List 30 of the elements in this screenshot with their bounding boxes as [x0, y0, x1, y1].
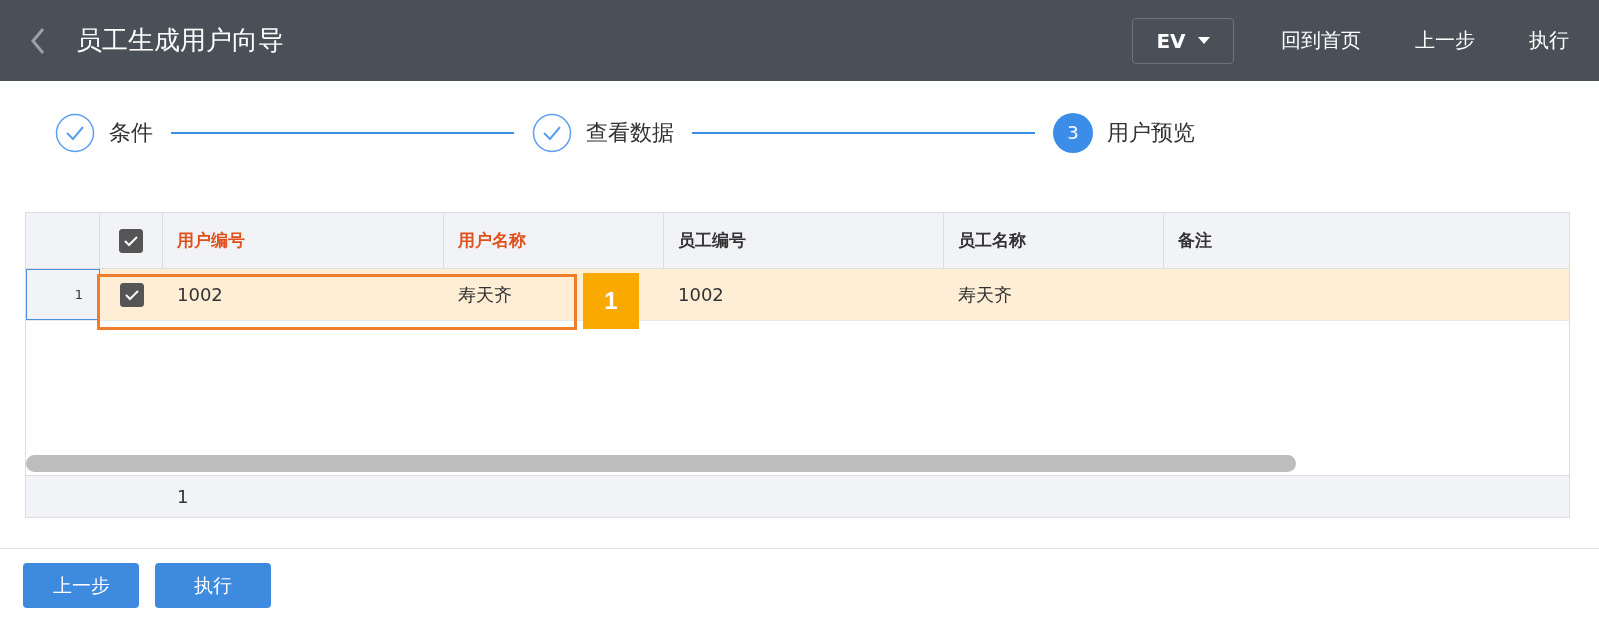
- column-header: 员工名称: [958, 229, 1026, 252]
- row-checkbox[interactable]: [119, 282, 144, 307]
- table-cell: 寿天齐: [458, 282, 512, 307]
- step-label: 用户预览: [1107, 118, 1195, 147]
- header-action-button[interactable]: 上一步: [1388, 27, 1502, 54]
- horizontal-scrollbar[interactable]: [26, 455, 1296, 472]
- select-all-checkbox[interactable]: [119, 228, 143, 253]
- table-cell: 1002: [177, 284, 223, 305]
- column-header: 备注: [1178, 229, 1212, 252]
- header-action-button[interactable]: 执行: [1502, 27, 1569, 54]
- table-cell: 寿天齐: [958, 282, 1012, 307]
- back-icon[interactable]: [30, 26, 46, 55]
- checkmark-icon: [123, 234, 139, 247]
- column-header: 用户编号: [177, 229, 245, 252]
- step-number: 3: [1053, 112, 1093, 153]
- row-count: 1: [177, 486, 189, 507]
- language-dropdown[interactable]: EV: [1132, 17, 1234, 64]
- callout-badge: 1: [583, 273, 639, 329]
- caret-icon: [1197, 37, 1210, 44]
- step-label: 条件: [109, 118, 153, 147]
- column-header: 员工编号: [678, 229, 746, 252]
- row-number: 1: [74, 287, 83, 302]
- step-label: 查看数据: [586, 118, 674, 147]
- footer-button[interactable]: 上一步: [23, 563, 139, 608]
- window-title: 员工生成用户向导: [76, 24, 284, 57]
- table-cell: 1002: [678, 284, 724, 305]
- header-action-button[interactable]: 回到首页: [1254, 27, 1388, 54]
- column-header: 用户名称: [458, 229, 526, 252]
- footer-button[interactable]: 执行: [155, 563, 271, 608]
- checkmark-icon: [123, 288, 140, 301]
